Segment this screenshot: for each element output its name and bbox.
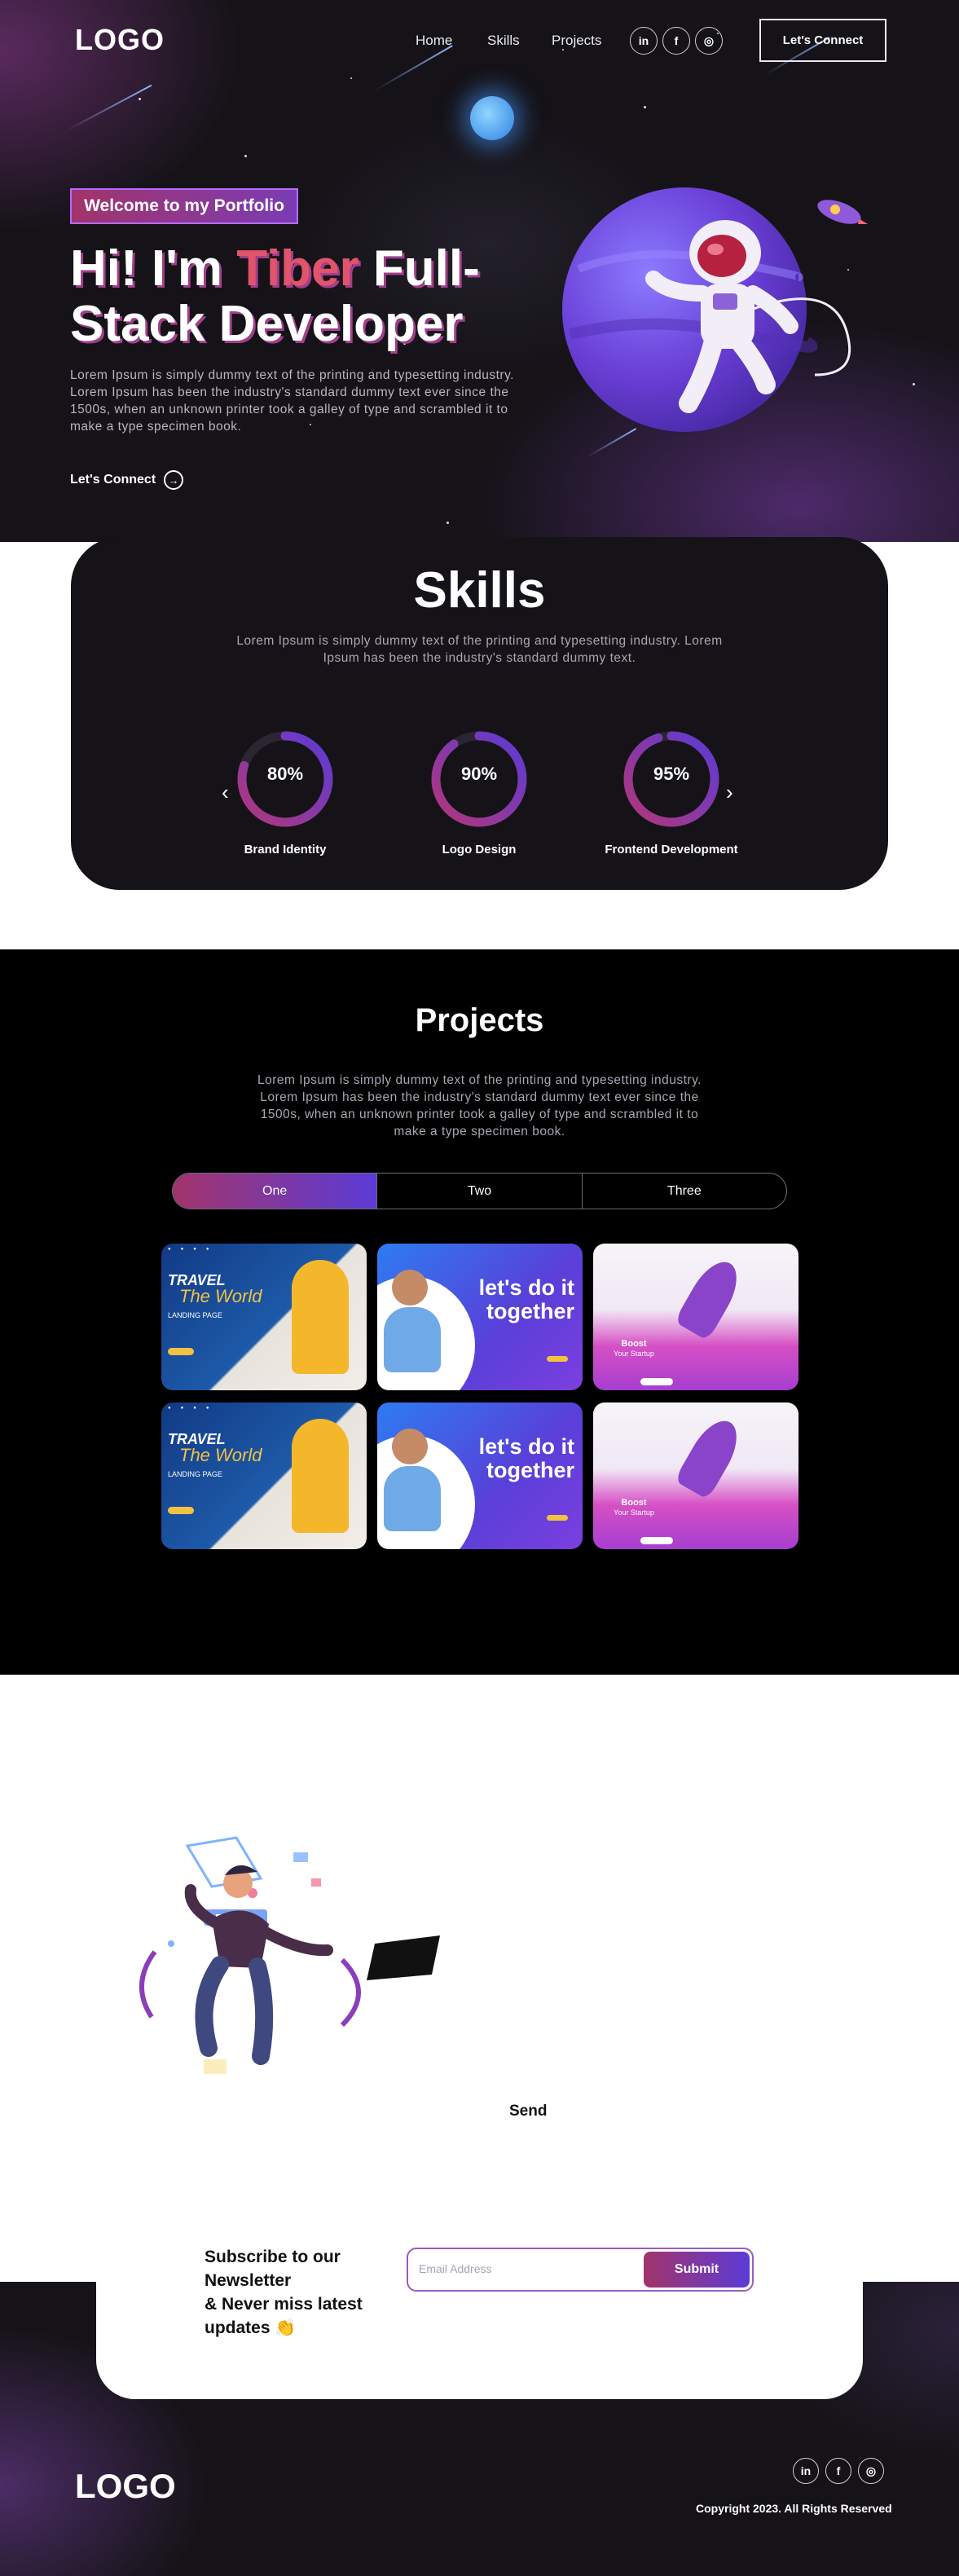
- nav-projects[interactable]: Projects: [552, 33, 601, 49]
- card-cta: [640, 1537, 673, 1544]
- card-title: let's do it together: [478, 1434, 574, 1482]
- card-title: let's do it together: [478, 1275, 574, 1323]
- nav-skills[interactable]: Skills: [487, 33, 520, 49]
- arrow-right-circle-icon: →: [164, 470, 184, 490]
- card-caption: LANDING PAGE: [168, 1470, 222, 1478]
- card-cta: [168, 1507, 194, 1514]
- welcome-badge: Welcome to my Portfolio: [70, 188, 298, 224]
- person-body: [384, 1466, 441, 1531]
- rocket-icon: [674, 1253, 747, 1341]
- headline-highlight: Tiber: [236, 240, 359, 297]
- instagram-icon[interactable]: ◎: [695, 27, 723, 55]
- person-head: [392, 1429, 428, 1464]
- projects-body: Lorem Ipsum is simply dummy text of the …: [257, 1073, 702, 1138]
- skill-name: Brand Identity: [244, 843, 327, 856]
- project-card-boost[interactable]: Boost Your Startup: [593, 1402, 798, 1549]
- copyright-text: Copyright 2023. All Rights Reserved: [696, 2502, 892, 2515]
- linkedin-icon[interactable]: in: [630, 27, 658, 55]
- hero-connect-link[interactable]: Let's Connect →: [70, 470, 184, 490]
- project-tabs: One Two Three: [172, 1173, 787, 1209]
- hero-connect-label: Let's Connect: [70, 473, 156, 487]
- newsletter-line: & Never miss latest: [205, 2295, 363, 2314]
- facebook-icon[interactable]: f: [825, 2458, 851, 2484]
- nav-home[interactable]: Home: [416, 33, 452, 49]
- traveler-figure: [292, 1260, 349, 1374]
- traveler-figure: [292, 1419, 349, 1533]
- skill-percent: 90%: [460, 764, 498, 784]
- hero-headline: Hi! I'm Tiber Full-Stack Developer: [70, 241, 559, 352]
- rocket-icon: [674, 1412, 747, 1500]
- card-subtitle: The World: [179, 1286, 262, 1306]
- person-body: [384, 1307, 441, 1372]
- skill-name: Logo Design: [442, 843, 517, 856]
- newsletter-line: updates 👏: [205, 2318, 297, 2337]
- skills-title: Skills: [413, 562, 546, 619]
- logo[interactable]: LOGO: [75, 23, 165, 57]
- tab-one[interactable]: One: [173, 1174, 377, 1209]
- rocket-icon: [817, 200, 868, 224]
- skill-percent: 80%: [266, 764, 304, 784]
- card-subtitle: Your Startup: [614, 1508, 654, 1517]
- card-nav: ● ● ● ●: [168, 1247, 209, 1252]
- hero-banner: LOGO Home Skills Projects in f ◎ Let's C…: [0, 0, 959, 542]
- skills-body: Lorem Ipsum is simply dummy text of the …: [236, 634, 723, 665]
- newsletter-text: Subscribe to our Newsletter & Never miss…: [205, 2245, 392, 2340]
- card-subtitle: The World: [179, 1445, 262, 1465]
- project-card-travel[interactable]: ● ● ● ● TRAVEL The World LANDING PAGE: [161, 1402, 367, 1549]
- lets-connect-button[interactable]: Let's Connect: [759, 19, 886, 62]
- contact-illustration: [139, 1836, 440, 2074]
- card-caption: LANDING PAGE: [168, 1311, 222, 1319]
- newsletter-line: Newsletter: [205, 2271, 292, 2290]
- card-title: Boost: [621, 1339, 647, 1349]
- footer-logo[interactable]: LOGO: [75, 2467, 176, 2506]
- card-title: Boost: [621, 1498, 647, 1508]
- project-card-together[interactable]: let's do it together: [377, 1402, 583, 1549]
- linkedin-icon[interactable]: in: [793, 2458, 819, 2484]
- project-card-boost[interactable]: Boost Your Startup: [593, 1244, 798, 1390]
- card-cta: [168, 1348, 194, 1355]
- send-button[interactable]: Send: [509, 2103, 547, 2120]
- project-card-together[interactable]: let's do it together: [377, 1244, 583, 1390]
- facebook-icon[interactable]: f: [662, 27, 690, 55]
- card-subtitle: Your Startup: [614, 1350, 654, 1358]
- headline-pre: Hi! I'm: [70, 240, 237, 297]
- email-placeholder: Email Address: [419, 2262, 492, 2275]
- person-head: [392, 1270, 428, 1306]
- card-cta: [547, 1515, 568, 1521]
- skill-item: 90% Logo Design: [389, 727, 569, 856]
- card-cta: [547, 1356, 568, 1362]
- skill-item: 80% Brand Identity: [196, 727, 375, 856]
- projects-title: Projects: [415, 1002, 544, 1038]
- project-card-travel[interactable]: ● ● ● ● TRAVEL The World LANDING PAGE: [161, 1244, 367, 1390]
- tab-three[interactable]: Three: [581, 1174, 786, 1209]
- skill-item: 95% Frontend Development: [582, 727, 761, 856]
- moon-icon: [470, 96, 514, 140]
- skill-percent: 95%: [653, 764, 690, 784]
- skill-name: Frontend Development: [605, 843, 738, 856]
- hero-body-text: Lorem Ipsum is simply dummy text of the …: [70, 368, 514, 434]
- skills-section: Skills Lorem Ipsum is simply dummy text …: [71, 537, 888, 890]
- submit-button[interactable]: Submit: [644, 2252, 750, 2288]
- tab-two[interactable]: Two: [376, 1174, 581, 1209]
- instagram-icon[interactable]: ◎: [858, 2458, 884, 2484]
- card-cta: [640, 1378, 673, 1385]
- newsletter-line: Subscribe to our: [205, 2248, 341, 2266]
- card-nav: ● ● ● ●: [168, 1406, 209, 1411]
